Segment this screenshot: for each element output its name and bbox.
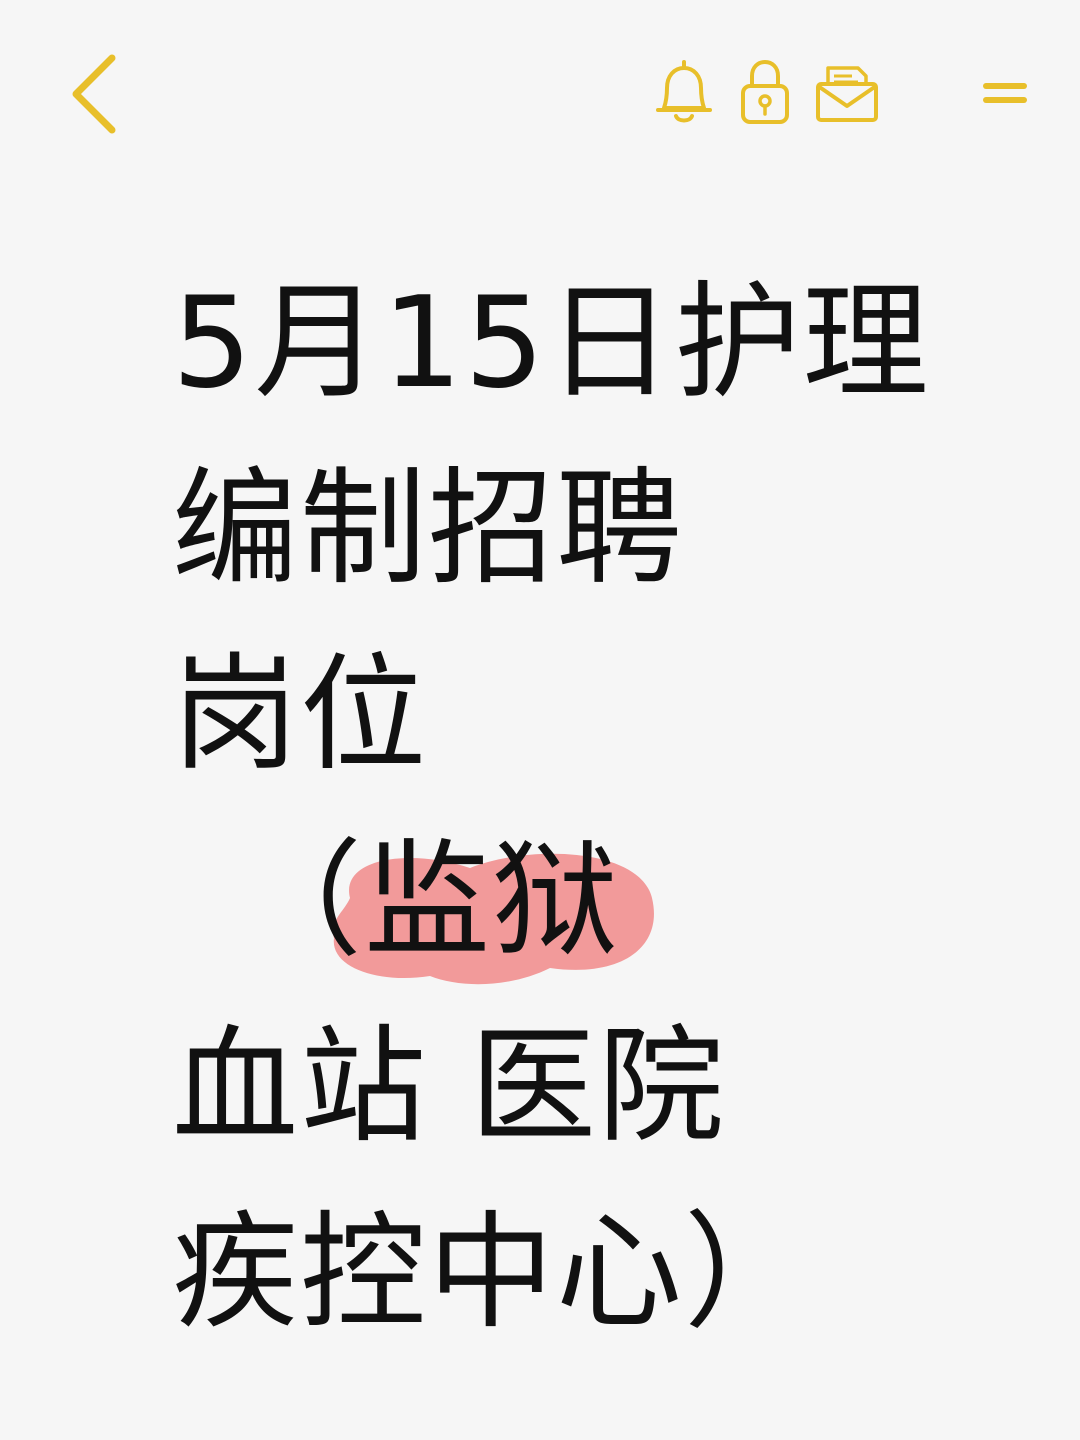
lock-button[interactable]	[734, 56, 796, 128]
note-line-1: 5月15日护理	[172, 269, 931, 416]
back-button[interactable]	[62, 50, 126, 138]
highlighted-word: 监狱	[364, 827, 620, 974]
more-menu-button[interactable]	[976, 68, 1034, 118]
chevron-left-icon	[72, 54, 116, 134]
note-line-3: 岗位	[172, 641, 428, 788]
envelope-icon	[816, 66, 878, 122]
open-parenthesis: （	[236, 827, 364, 974]
note-line-6: 疾控中心）	[172, 1199, 812, 1346]
note-line-4: （ 监狱	[172, 808, 1032, 994]
note-line-5: 血站 医院	[172, 1013, 727, 1160]
share-mail-button[interactable]	[812, 60, 882, 126]
reminder-button[interactable]	[650, 56, 718, 128]
lock-icon	[741, 59, 789, 124]
note-toolbar	[0, 0, 1080, 190]
highlighted-text: 监狱	[332, 808, 654, 994]
note-line-2: 编制招聘	[172, 455, 684, 602]
bell-icon	[656, 60, 712, 123]
note-body[interactable]: 5月15日护理 编制招聘 岗位 （ 监狱 血站 医院 疾控中心）	[172, 250, 1032, 1366]
menu-icon	[983, 83, 1027, 103]
